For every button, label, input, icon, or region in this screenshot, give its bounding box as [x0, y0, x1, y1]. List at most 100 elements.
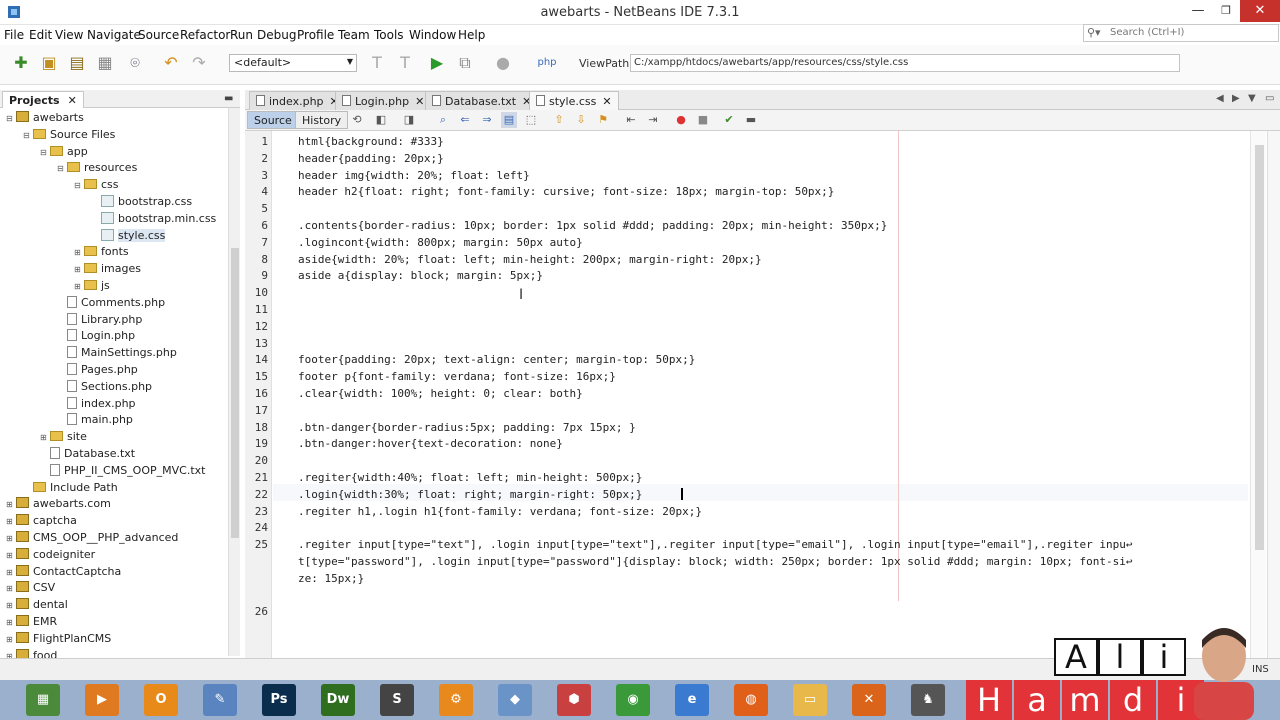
- shield-app-icon[interactable]: ⬢: [557, 684, 591, 716]
- toggle-bookmark-icon[interactable]: ⚑: [595, 112, 611, 128]
- expand-icon[interactable]: ⊞: [6, 513, 16, 530]
- code-line[interactable]: html{background: #333}: [298, 135, 444, 148]
- chart-app-icon[interactable]: ▦: [26, 684, 60, 716]
- tree-item[interactable]: ⊞ awebarts.com: [6, 495, 111, 512]
- collapse-icon[interactable]: ⊟: [23, 127, 33, 144]
- tree-item[interactable]: Database.txt: [40, 445, 135, 462]
- back-icon[interactable]: ◧: [373, 112, 389, 128]
- editor-scrollbar[interactable]: [1250, 131, 1266, 658]
- scroll-thumb[interactable]: [1255, 145, 1264, 550]
- tree-item[interactable]: ⊟ resources: [57, 159, 137, 176]
- expand-icon[interactable]: ⊞: [6, 648, 16, 658]
- chrome-icon[interactable]: ◉: [616, 684, 650, 716]
- code-line[interactable]: .login{width:30%; float: right; margin-r…: [298, 488, 642, 501]
- highlight-icon[interactable]: ▤: [501, 112, 517, 128]
- shift-right-icon[interactable]: ⇥: [645, 112, 661, 128]
- menu-window[interactable]: Window: [409, 28, 456, 42]
- tree-item[interactable]: ⊞ CSV: [6, 579, 55, 596]
- open-project-icon[interactable]: ▤: [66, 52, 88, 74]
- menu-team[interactable]: Team: [338, 28, 370, 42]
- expand-icon[interactable]: ⊞: [6, 631, 16, 648]
- close-icon[interactable]: ✕: [68, 94, 77, 107]
- tab-style-css[interactable]: style.css ✕: [529, 91, 619, 110]
- code-line[interactable]: .btn-danger{border-radius:5px; padding: …: [298, 421, 636, 434]
- expand-icon[interactable]: ⊞: [6, 547, 16, 564]
- find-icon[interactable]: ⌕: [435, 112, 451, 128]
- code-line[interactable]: .contents{border-radius: 10px; border: 1…: [298, 219, 887, 232]
- maximize-editor-icon[interactable]: ▭: [1265, 93, 1274, 104]
- tree-item[interactable]: main.php: [57, 411, 133, 428]
- sublime-icon[interactable]: S: [380, 684, 414, 716]
- record-macro-icon[interactable]: ●: [673, 112, 689, 128]
- tree-item[interactable]: Login.php: [57, 327, 135, 344]
- collapse-icon[interactable]: ⊟: [6, 110, 16, 127]
- expand-icon[interactable]: ⊞: [6, 614, 16, 631]
- viewpath-field[interactable]: C:/xampp/htdocs/awebarts/app/resources/c…: [630, 54, 1180, 72]
- media-player-icon[interactable]: ▶: [85, 684, 119, 716]
- collapse-icon[interactable]: ⊟: [57, 160, 67, 177]
- shift-left-icon[interactable]: ⇤: [623, 112, 639, 128]
- tree-item[interactable]: style.css: [91, 227, 166, 244]
- outlook-icon[interactable]: O: [144, 684, 178, 716]
- build-icon[interactable]: T: [366, 52, 388, 74]
- expand-icon[interactable]: ⊞: [74, 278, 84, 295]
- tree-item[interactable]: Library.php: [57, 311, 142, 328]
- toggle-rect-select-icon[interactable]: ⬚: [523, 112, 539, 128]
- menu-debug[interactable]: Debug: [257, 28, 296, 42]
- scroll-left-icon[interactable]: ◀: [1216, 93, 1224, 104]
- prev-bookmark-icon[interactable]: ⇧: [551, 112, 567, 128]
- code-line[interactable]: .logincont{width: 800px; margin: 50px au…: [298, 236, 583, 249]
- configuration-select[interactable]: <default> ▼: [229, 54, 357, 72]
- tree-item[interactable]: ⊞ food: [6, 647, 57, 658]
- save-all-icon[interactable]: ▦: [94, 52, 116, 74]
- tree-item[interactable]: ⊞ dental: [6, 596, 68, 613]
- stop-macro-icon[interactable]: ■: [695, 112, 711, 128]
- comment-icon[interactable]: ✔: [721, 112, 737, 128]
- search-input[interactable]: ⚲▾ Search (Ctrl+I): [1083, 24, 1279, 42]
- code-line[interactable]: header{padding: 20px;}: [298, 152, 444, 165]
- code-line[interactable]: .regiter input[type="text"], .login inpu…: [298, 538, 1132, 551]
- tree-item[interactable]: ⊞ ContactCaptcha: [6, 563, 121, 580]
- expand-icon[interactable]: ⊞: [6, 564, 16, 581]
- code-line[interactable]: .regiter{width:40%; float: left; min-hei…: [298, 471, 642, 484]
- code-line[interactable]: .regiter h1,.login h1{font-family: verda…: [298, 505, 702, 518]
- collapse-icon[interactable]: ⊟: [74, 177, 84, 194]
- menu-navigate[interactable]: Navigate: [87, 28, 141, 42]
- maximize-button[interactable]: ❐: [1212, 0, 1240, 22]
- menu-edit[interactable]: Edit: [29, 28, 52, 42]
- tree-item[interactable]: ⊟ app: [40, 143, 88, 160]
- tree-item[interactable]: ⊞ EMR: [6, 613, 57, 630]
- php-icon[interactable]: php: [536, 52, 558, 74]
- find-next-icon[interactable]: ⇒: [479, 112, 495, 128]
- tree-item[interactable]: ⊟ Source Files: [23, 126, 115, 143]
- tree-item[interactable]: ⊞ js: [74, 277, 110, 294]
- tree-item[interactable]: ⊟ css: [74, 176, 119, 193]
- tree-item[interactable]: ⊞ captcha: [6, 512, 77, 529]
- code-line[interactable]: footer p{font-family: verdana; font-size…: [298, 370, 616, 383]
- dreamweaver-icon[interactable]: Dw: [321, 684, 355, 716]
- tree-item[interactable]: ⊟ awebarts: [6, 109, 84, 126]
- clean-build-icon[interactable]: T: [394, 52, 416, 74]
- source-button[interactable]: Source: [247, 111, 299, 129]
- new-file-icon[interactable]: ✚: [10, 52, 32, 74]
- scroll-right-icon[interactable]: ▶: [1232, 93, 1240, 104]
- minimize-button[interactable]: —: [1184, 0, 1212, 22]
- expand-icon[interactable]: ⊞: [6, 597, 16, 614]
- expand-icon[interactable]: ⊞: [6, 580, 16, 597]
- tree-item[interactable]: Comments.php: [57, 294, 165, 311]
- xampp-icon[interactable]: ✕: [852, 684, 886, 716]
- code-line[interactable]: aside a{display: block; margin: 5px;}: [298, 269, 543, 282]
- scroll-thumb[interactable]: [231, 248, 239, 538]
- photoshop-icon[interactable]: Ps: [262, 684, 296, 716]
- tree-item[interactable]: ⊞ site: [40, 428, 87, 445]
- tab-login-php[interactable]: Login.php ✕: [335, 91, 432, 110]
- code-line[interactable]: aside{width: 20%; float: left; min-heigh…: [298, 253, 762, 266]
- tree-item[interactable]: bootstrap.min.css: [91, 210, 216, 227]
- explorer-icon[interactable]: ▭: [793, 684, 827, 716]
- expand-icon[interactable]: ⊞: [6, 530, 16, 547]
- tab-list-icon[interactable]: ▼: [1248, 93, 1256, 104]
- profile-icon[interactable]: ●: [492, 52, 514, 74]
- close-icon[interactable]: ✕: [602, 95, 611, 108]
- debug-icon[interactable]: ⧉: [454, 52, 476, 74]
- history-button[interactable]: History: [295, 111, 349, 129]
